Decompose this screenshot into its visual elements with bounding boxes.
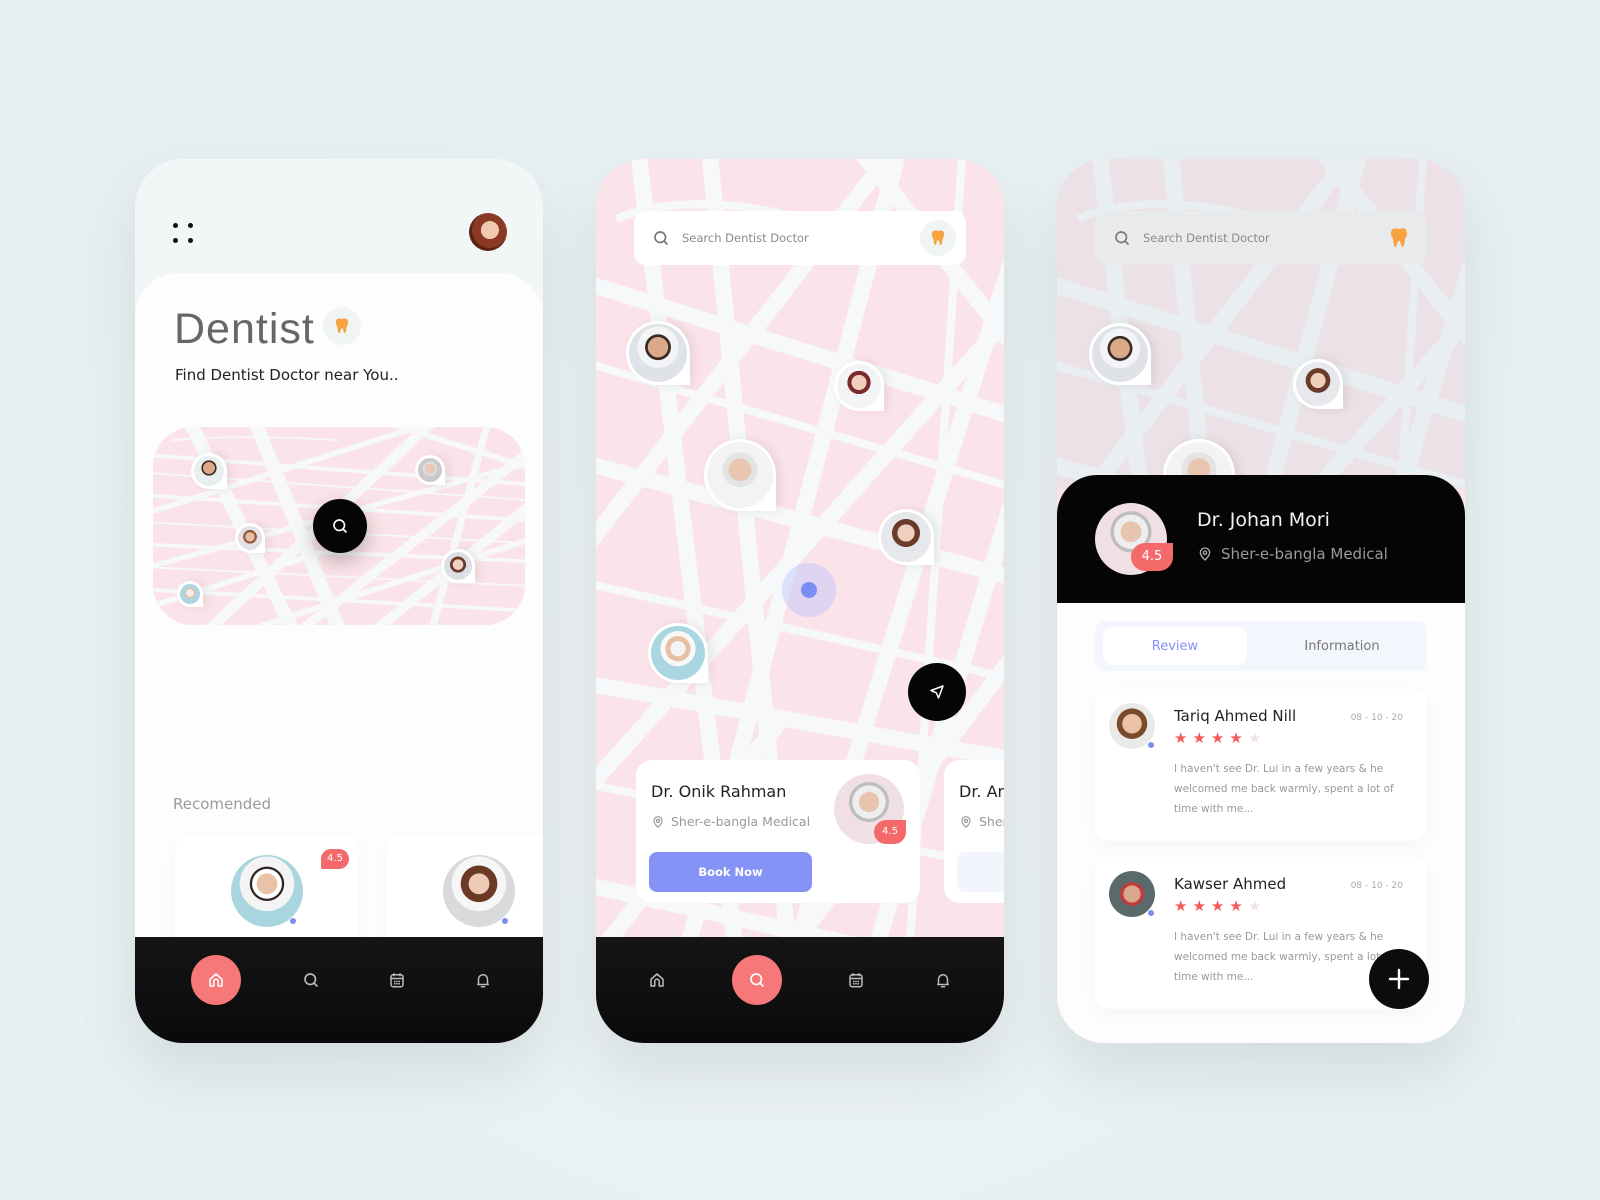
nav-search[interactable] bbox=[732, 955, 782, 1005]
star-filled-icon: ★ bbox=[1174, 897, 1193, 915]
doctor-hospital: Sher-e-bangla Medical bbox=[671, 814, 811, 829]
navigation-arrow-icon bbox=[928, 683, 946, 701]
page-title: Dentist bbox=[174, 305, 315, 353]
nav-home[interactable] bbox=[191, 955, 241, 1005]
search-placeholder: Search Dentist Doctor bbox=[1143, 231, 1270, 245]
star-filled-icon: ★ bbox=[1210, 897, 1230, 915]
tooth-icon[interactable] bbox=[1381, 220, 1417, 256]
home-screen: Dentist Find Dentist Doctor near You.. R… bbox=[135, 159, 543, 1043]
doctor-map-pin[interactable] bbox=[878, 509, 934, 565]
bottom-nav bbox=[135, 937, 543, 1043]
nav-home[interactable] bbox=[632, 955, 682, 1005]
user-avatar[interactable] bbox=[469, 213, 507, 251]
doctor-map-pin[interactable] bbox=[1293, 359, 1343, 409]
mini-map[interactable] bbox=[153, 427, 525, 625]
reviewer-name: Kawser Ahmed bbox=[1174, 875, 1287, 893]
review-date: 08 - 10 - 20 bbox=[1350, 881, 1403, 891]
nav-notifications[interactable] bbox=[918, 955, 968, 1005]
search-input[interactable]: Search Dentist Doctor bbox=[1095, 211, 1427, 265]
star-rating: ★★★★★ bbox=[1174, 897, 1266, 915]
search-icon bbox=[331, 517, 349, 535]
location-pin-icon bbox=[651, 815, 665, 829]
doctor-location: Sher bbox=[959, 814, 1004, 829]
review-text: I haven't see Dr. Lui in a few years & h… bbox=[1174, 763, 1394, 815]
search-icon bbox=[652, 229, 670, 247]
online-indicator bbox=[501, 917, 509, 925]
add-review-button[interactable] bbox=[1369, 949, 1429, 1009]
section-label: Recomended bbox=[173, 795, 272, 813]
nav-search[interactable] bbox=[286, 955, 336, 1005]
doctor-header: 4.5 Dr. Johan Mori Sher-e-bangla Medical bbox=[1057, 475, 1465, 603]
doctor-map-pin[interactable] bbox=[235, 523, 265, 553]
rating-badge: 4.5 bbox=[874, 820, 906, 844]
star-empty-icon: ★ bbox=[1247, 897, 1267, 915]
star-filled-icon: ★ bbox=[1192, 897, 1211, 915]
search-placeholder: Search Dentist Doctor bbox=[682, 231, 809, 245]
doctor-location: Sher-e-bangla Medical bbox=[1197, 545, 1388, 563]
doctor-name: Dr. An bbox=[959, 782, 1004, 801]
rating-badge: 4.5 bbox=[1131, 543, 1173, 571]
locate-me-button[interactable] bbox=[908, 663, 966, 721]
book-now-button[interactable] bbox=[957, 852, 1004, 892]
grid-dots-icon[interactable] bbox=[173, 223, 197, 247]
star-filled-icon: ★ bbox=[1229, 729, 1248, 747]
review-date: 08 - 10 - 20 bbox=[1350, 713, 1403, 723]
doctor-hospital: Sher bbox=[979, 814, 1004, 829]
nav-notifications[interactable] bbox=[458, 955, 508, 1005]
nav-calendar[interactable] bbox=[372, 955, 422, 1005]
star-rating: ★★★★★ bbox=[1174, 729, 1266, 747]
map-screen: Search Dentist Doctor Dr. Onik Rahman Sh… bbox=[596, 159, 1004, 1043]
online-indicator bbox=[289, 917, 297, 925]
doctor-hospital: Sher-e-bangla Medical bbox=[1221, 545, 1388, 563]
location-pin-icon bbox=[1197, 546, 1213, 562]
doctor-map-pin[interactable] bbox=[1089, 323, 1151, 385]
current-location-marker bbox=[782, 563, 836, 617]
star-filled-icon: ★ bbox=[1229, 897, 1248, 915]
bottom-nav bbox=[596, 937, 1004, 1043]
book-now-button[interactable]: Book Now bbox=[649, 852, 812, 892]
doctor-map-pin[interactable] bbox=[441, 549, 475, 583]
nav-calendar[interactable] bbox=[831, 955, 881, 1005]
star-empty-icon: ★ bbox=[1247, 729, 1267, 747]
doctor-name: Dr. Onik Rahman bbox=[651, 782, 787, 801]
page-subtitle: Find Dentist Doctor near You.. bbox=[175, 366, 399, 384]
doctor-map-pin[interactable] bbox=[834, 361, 884, 411]
doctor-map-pin[interactable] bbox=[191, 453, 227, 489]
tab-review[interactable]: Review bbox=[1103, 627, 1247, 665]
home-content: Dentist Find Dentist Doctor near You.. R… bbox=[135, 273, 543, 1043]
online-indicator bbox=[1147, 909, 1155, 917]
tooth-icon bbox=[323, 307, 361, 345]
star-filled-icon: ★ bbox=[1174, 729, 1193, 747]
doctor-card[interactable]: Dr. Onik Rahman Sher-e-bangla Medical 4.… bbox=[636, 760, 920, 903]
doctor-map-pin[interactable] bbox=[626, 321, 690, 385]
search-input[interactable]: Search Dentist Doctor bbox=[634, 211, 966, 265]
star-filled-icon: ★ bbox=[1210, 729, 1230, 747]
search-icon bbox=[1113, 229, 1131, 247]
rating-badge: 4.5 bbox=[321, 849, 349, 869]
tab-bar: Review Information bbox=[1095, 621, 1427, 671]
doctor-map-pin[interactable] bbox=[648, 623, 708, 683]
doctor-map-pin[interactable] bbox=[704, 439, 776, 511]
doctor-card[interactable]: Dr. An Sher bbox=[944, 760, 1004, 903]
location-pin-icon bbox=[959, 815, 973, 829]
doctor-name: Dr. Johan Mori bbox=[1197, 509, 1330, 531]
plus-icon bbox=[1388, 968, 1410, 990]
tab-information[interactable]: Information bbox=[1267, 627, 1417, 665]
review-card: Tariq Ahmed Nill 08 - 10 - 20 ★★★★★ I ha… bbox=[1095, 689, 1427, 841]
online-indicator bbox=[1147, 741, 1155, 749]
tooth-icon[interactable] bbox=[920, 220, 956, 256]
doctor-map-pin[interactable] bbox=[415, 455, 445, 485]
reviewer-name: Tariq Ahmed Nill bbox=[1174, 707, 1297, 725]
doctor-location: Sher-e-bangla Medical bbox=[651, 814, 810, 829]
doctor-map-pin[interactable] bbox=[177, 581, 203, 607]
map-search-button[interactable] bbox=[313, 499, 367, 553]
doctor-detail-screen: Search Dentist Doctor 4.5 Dr. Johan Mori… bbox=[1057, 159, 1465, 1043]
star-filled-icon: ★ bbox=[1192, 729, 1211, 747]
